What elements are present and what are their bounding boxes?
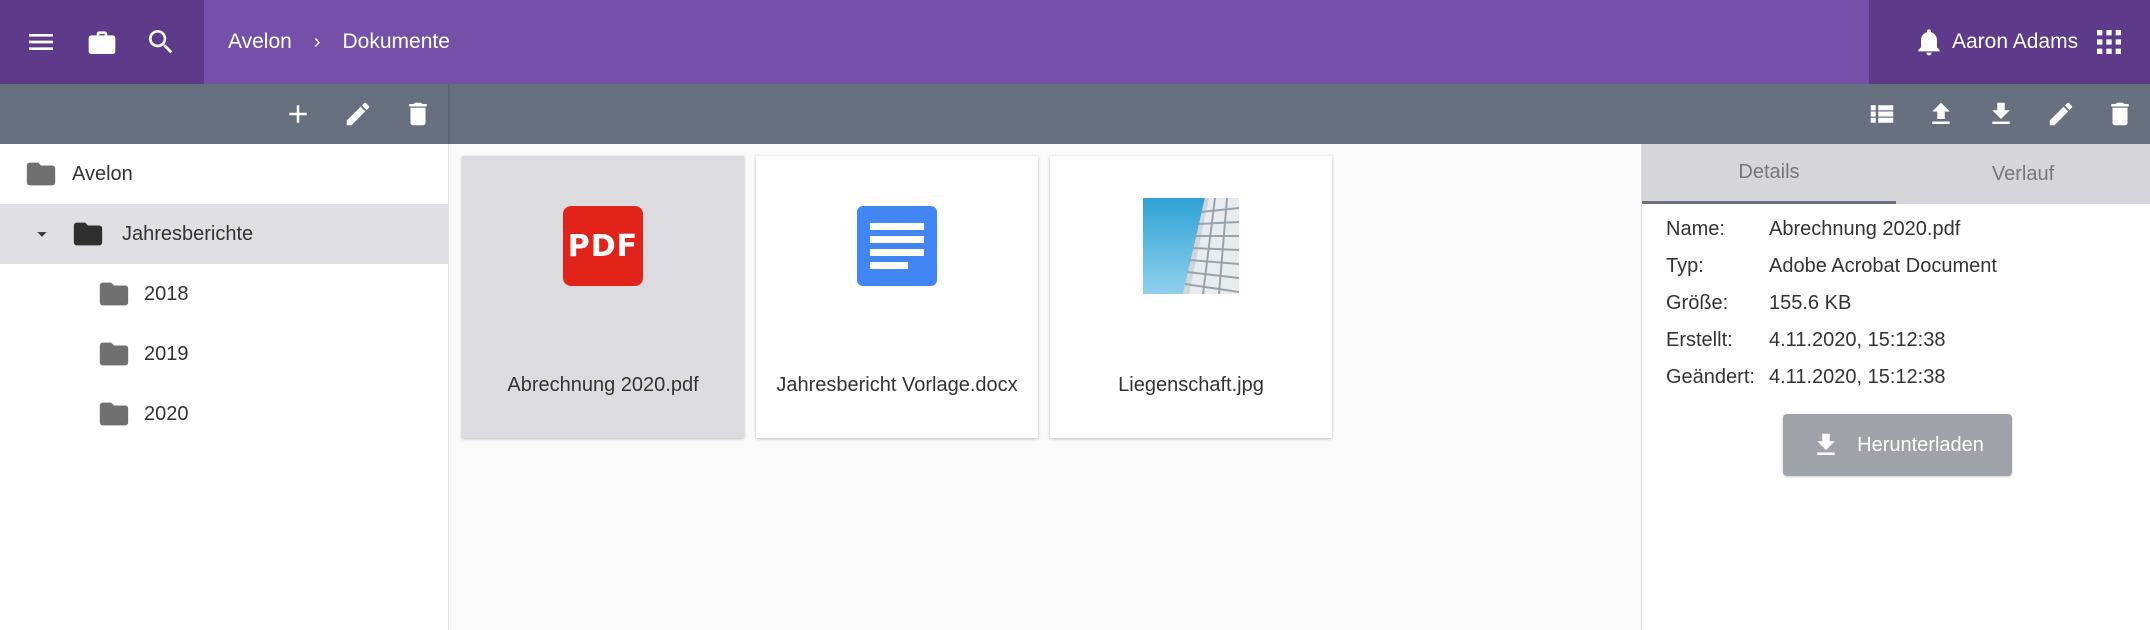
folder-icon bbox=[99, 282, 129, 306]
file-name: Abrechnung 2020.pdf bbox=[507, 374, 699, 396]
delete-folder-button[interactable] bbox=[400, 96, 436, 132]
download-button[interactable] bbox=[1983, 96, 2019, 132]
tree-item-jahresberichte[interactable]: Jahresberichte bbox=[0, 204, 448, 264]
tab-details[interactable]: Details bbox=[1642, 144, 1896, 204]
apps-grid-icon[interactable] bbox=[2089, 22, 2129, 62]
detail-value: Adobe Acrobat Document bbox=[1769, 255, 1997, 277]
detail-value: Abrechnung 2020.pdf bbox=[1769, 218, 1961, 240]
folder-icon bbox=[99, 342, 129, 366]
top-app-bar: Avelon › Dokumente Aaron Adams bbox=[0, 0, 2150, 84]
tree-item-2019[interactable]: 2019 bbox=[0, 324, 448, 384]
delete-icon bbox=[2111, 102, 2129, 126]
breadcrumb: Avelon › Dokumente bbox=[228, 0, 450, 84]
detail-value: 4.11.2020, 15:12:38 bbox=[1769, 366, 1946, 388]
edit-icon bbox=[346, 102, 370, 126]
action-toolbar bbox=[0, 84, 2150, 144]
tab-verlauf[interactable]: Verlauf bbox=[1896, 144, 2150, 204]
detail-key: Größe: bbox=[1666, 292, 1729, 314]
file-card-liegenschaft[interactable]: Liegenschaft.jpg bbox=[1050, 156, 1332, 438]
detail-key: Typ: bbox=[1666, 255, 1704, 277]
detail-key: Erstellt: bbox=[1666, 329, 1733, 351]
tree-item-label: 2020 bbox=[144, 402, 189, 425]
tree-item-label: Jahresberichte bbox=[122, 222, 254, 245]
rename-folder-button[interactable] bbox=[340, 96, 376, 132]
breadcrumb-item-dokumente[interactable]: Dokumente bbox=[343, 30, 450, 54]
folder-icon bbox=[99, 402, 129, 426]
tree-item-2018[interactable]: 2018 bbox=[0, 264, 448, 324]
rename-file-button[interactable] bbox=[2043, 96, 2079, 132]
tree-item-avelon[interactable]: Avelon bbox=[0, 144, 448, 204]
detail-value: 155.6 KB bbox=[1769, 292, 1852, 314]
tree-item-2020[interactable]: 2020 bbox=[0, 384, 448, 444]
top-bar-left-section bbox=[0, 0, 204, 84]
delete-icon bbox=[409, 102, 427, 126]
breadcrumb-separator: › bbox=[313, 30, 321, 53]
file-name: Liegenschaft.jpg bbox=[1118, 374, 1264, 396]
list-view-icon bbox=[1870, 105, 1894, 123]
file-card-abrechnung[interactable]: PDF Abrechnung 2020.pdf bbox=[462, 156, 744, 438]
download-button[interactable]: Herunterladen bbox=[1783, 414, 2012, 476]
briefcase-icon[interactable] bbox=[82, 22, 122, 62]
breadcrumb-item-avelon[interactable]: Avelon bbox=[228, 30, 292, 54]
user-name[interactable]: Aaron Adams bbox=[1952, 0, 2078, 84]
building-photo-thumbnail bbox=[1143, 198, 1239, 294]
details-panel: Details Verlauf Name: Abrechnung 2020.pd… bbox=[1641, 144, 2150, 630]
toolbar-divider bbox=[448, 84, 450, 144]
delete-file-button[interactable] bbox=[2102, 96, 2138, 132]
upload-icon bbox=[1932, 102, 1950, 124]
detail-key: Name: bbox=[1666, 218, 1725, 240]
tree-item-label: Avelon bbox=[72, 162, 133, 185]
tree-item-label: 2018 bbox=[144, 282, 189, 305]
add-folder-button[interactable] bbox=[280, 96, 316, 132]
file-card-jahresbericht-vorlage[interactable]: Jahresbericht Vorlage.docx bbox=[756, 156, 1038, 438]
details-tabs: Details Verlauf bbox=[1642, 144, 2150, 204]
download-icon bbox=[1992, 102, 2010, 124]
file-thumbnail bbox=[756, 156, 1038, 336]
tree-item-label: 2019 bbox=[144, 342, 189, 365]
file-name: Jahresbericht Vorlage.docx bbox=[776, 374, 1018, 396]
folder-tree: Avelon Jahresberichte 2018 2019 2020 bbox=[0, 144, 449, 630]
edit-icon bbox=[2049, 102, 2073, 126]
upload-button[interactable] bbox=[1923, 96, 1959, 132]
download-button-label: Herunterladen bbox=[1857, 433, 1984, 456]
search-icon[interactable] bbox=[141, 22, 181, 62]
document-file-icon bbox=[857, 206, 937, 286]
download-icon bbox=[1817, 433, 1835, 455]
file-thumbnail bbox=[1050, 156, 1332, 336]
detail-key: Geändert: bbox=[1666, 366, 1755, 388]
bell-icon[interactable] bbox=[1909, 22, 1949, 62]
file-thumbnail: PDF bbox=[462, 156, 744, 336]
menu-icon[interactable] bbox=[21, 22, 61, 62]
folder-icon bbox=[26, 162, 56, 186]
pdf-file-icon: PDF bbox=[563, 206, 643, 286]
folder-icon bbox=[73, 222, 103, 246]
add-icon bbox=[289, 105, 307, 123]
caret-down-icon[interactable] bbox=[31, 223, 53, 245]
list-view-button[interactable] bbox=[1864, 96, 1900, 132]
file-grid: PDF Abrechnung 2020.pdf Jahresbericht Vo… bbox=[449, 144, 1641, 630]
detail-value: 4.11.2020, 15:12:38 bbox=[1769, 329, 1946, 351]
